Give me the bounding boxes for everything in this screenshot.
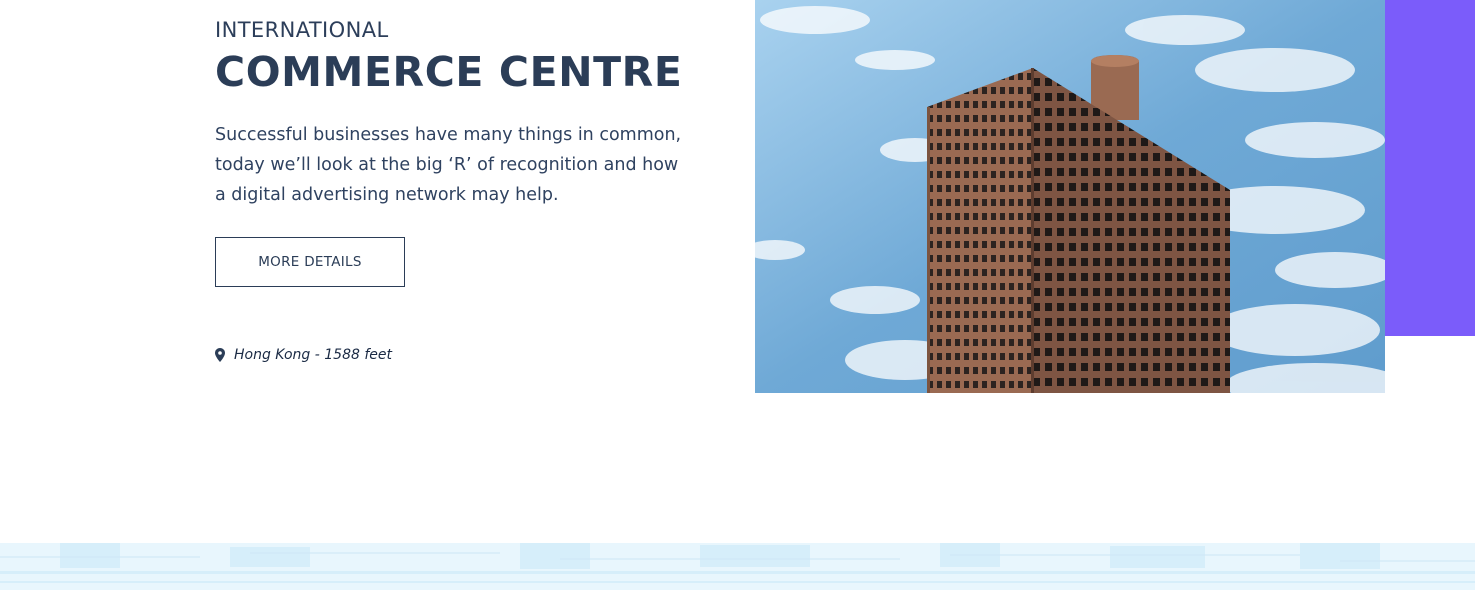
building-photo: [755, 0, 1385, 393]
accent-bar: [1385, 0, 1475, 336]
more-details-button[interactable]: MORE DETAILS: [215, 237, 405, 287]
decorative-footer-strip: [0, 543, 1475, 590]
location: Hong Kong - 1588 feet: [215, 347, 392, 363]
location-text: Hong Kong - 1588 feet: [234, 347, 392, 363]
hero-subtitle: INTERNATIONAL: [215, 18, 389, 42]
hero-text: INTERNATIONAL COMMERCE CENTRE Successful…: [215, 14, 735, 210]
hero-description: Successful businesses have many things i…: [215, 125, 682, 205]
map-pin-icon: [215, 348, 225, 362]
page: INTERNATIONAL COMMERCE CENTRE Successful…: [0, 0, 1475, 590]
hero-title: COMMERCE CENTRE: [215, 48, 683, 96]
